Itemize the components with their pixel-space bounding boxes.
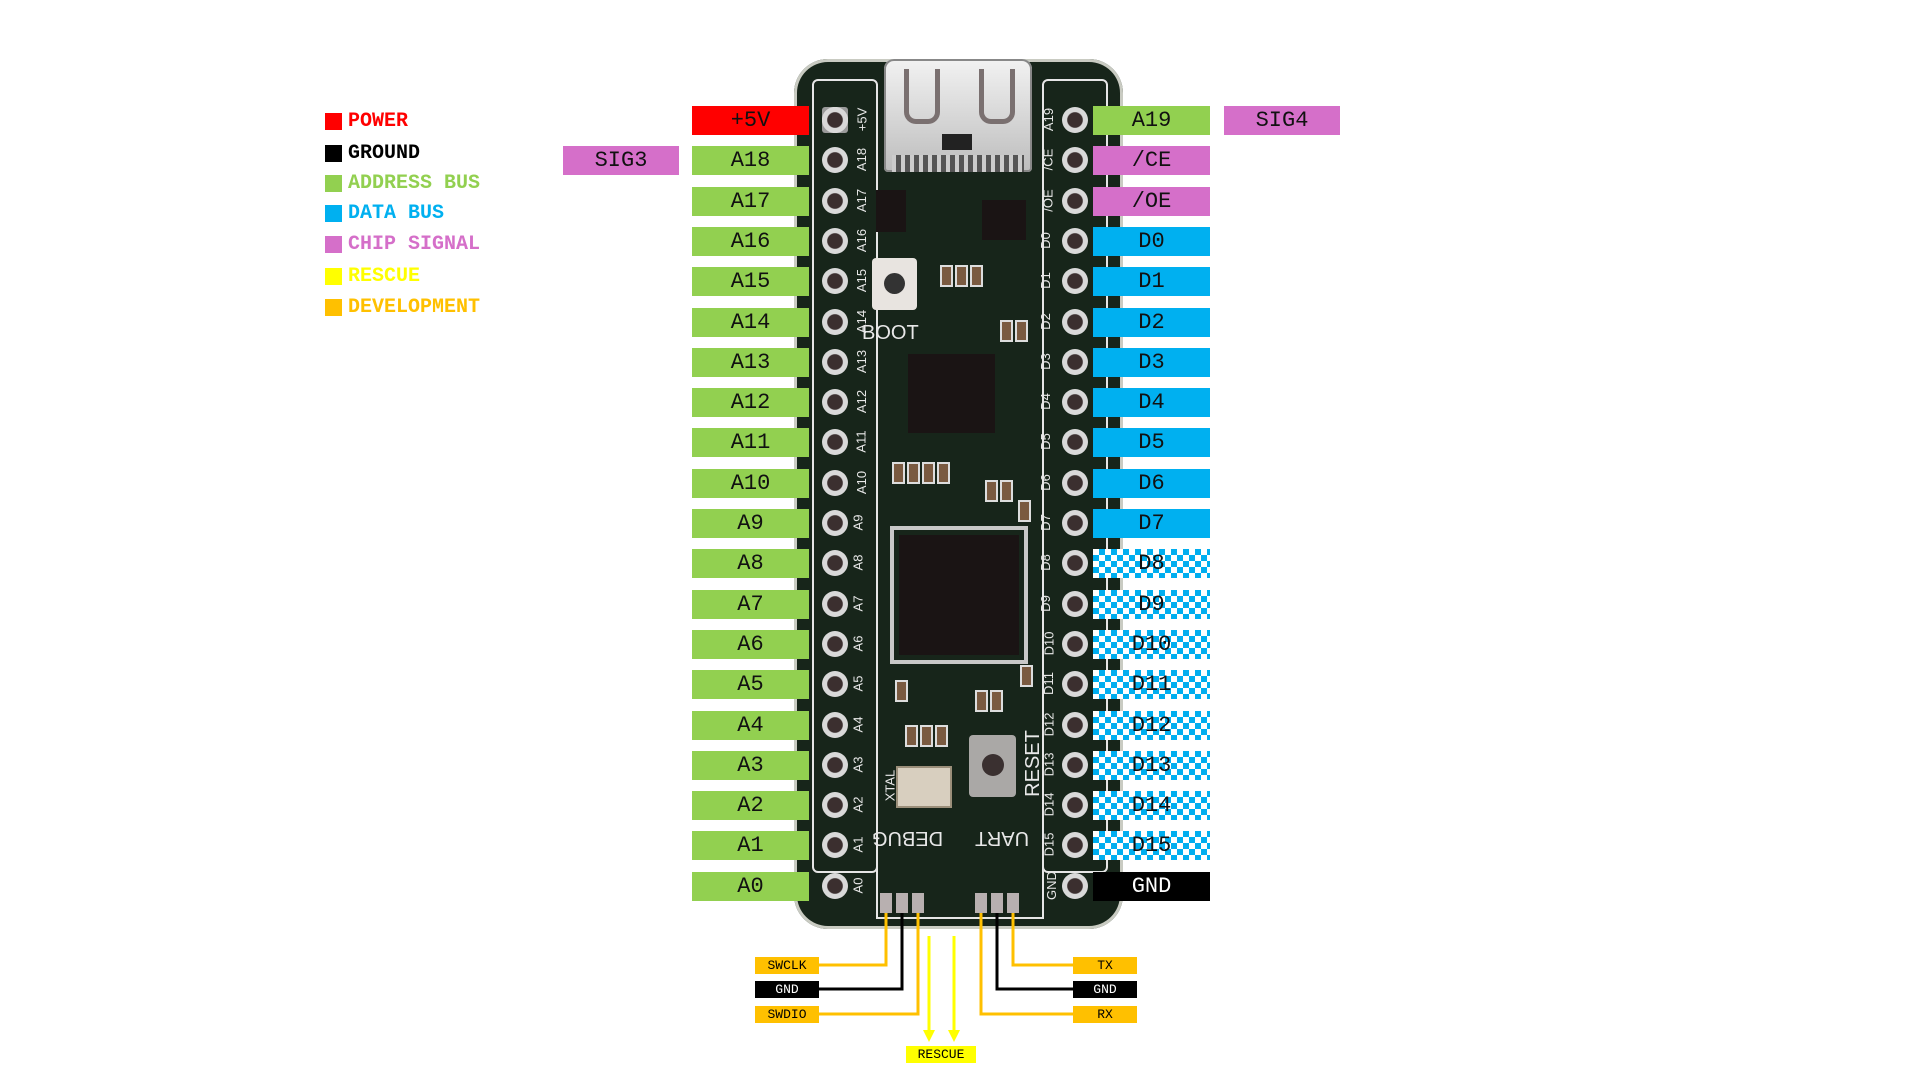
swclk-wire (819, 910, 888, 967)
swclk-pad (880, 893, 892, 913)
header-wires (819, 910, 1073, 1042)
rescue-label: RESCUE (906, 1046, 976, 1063)
debug-gnd-wire (819, 910, 904, 991)
debug-gnd-pad (896, 893, 908, 913)
swdio-pad (912, 893, 924, 913)
rescue-arrowhead-left (923, 1030, 935, 1042)
tx-pad (1007, 893, 1019, 913)
swclk-label: SWCLK (755, 957, 819, 974)
tx-label: TX (1073, 957, 1137, 974)
rescue-arrowhead-right (948, 1030, 960, 1042)
uart-gnd-wire (995, 910, 1073, 991)
debug-gnd-label: GND (755, 981, 819, 998)
rx-label: RX (1073, 1006, 1137, 1023)
rx-pad (975, 893, 987, 913)
rx-wire (979, 910, 1073, 1016)
tx-wire (1011, 910, 1073, 967)
uart-gnd-pad (991, 893, 1003, 913)
uart-gnd-label: GND (1073, 981, 1137, 998)
swdio-label: SWDIO (755, 1006, 819, 1023)
